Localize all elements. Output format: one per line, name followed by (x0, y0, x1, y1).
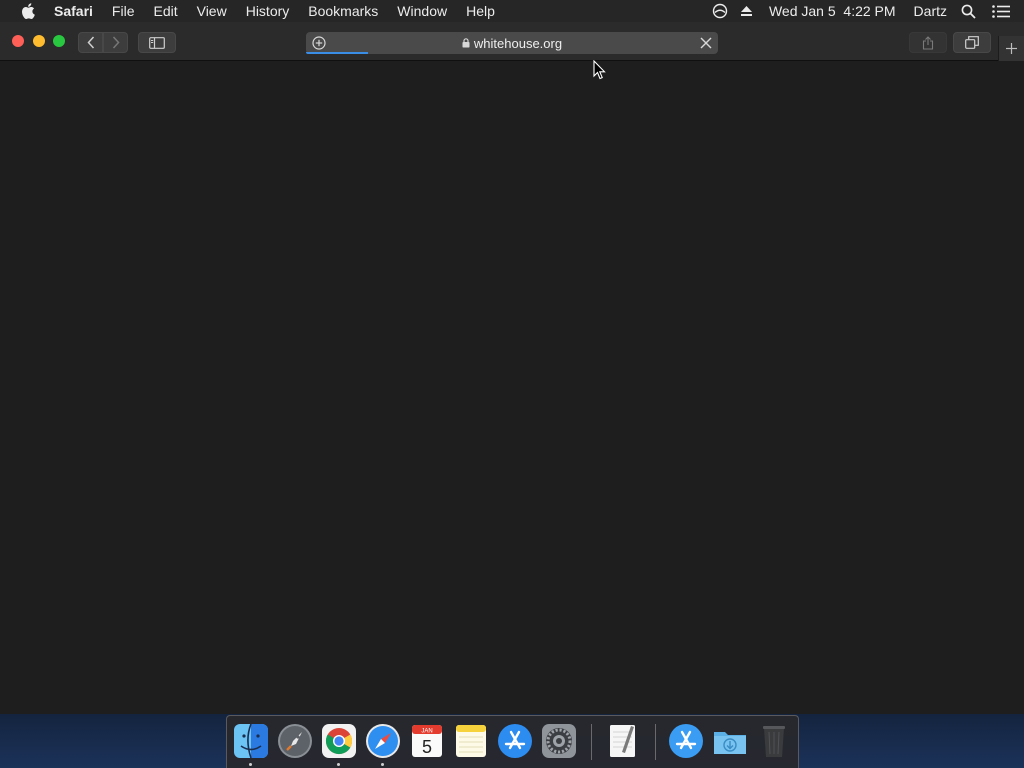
menu-app-safari[interactable]: Safari (54, 3, 93, 19)
menu-clock[interactable]: Wed Jan 5 4:22 PM (769, 3, 896, 19)
finder-running-indicator (249, 763, 252, 766)
notes-icon[interactable] (452, 722, 490, 760)
downloads-folder-icon[interactable] (711, 722, 749, 760)
notification-center-icon[interactable] (992, 4, 1010, 18)
menu-file[interactable]: File (112, 3, 135, 19)
textedit-icon[interactable] (603, 722, 641, 760)
eject-icon[interactable] (740, 5, 753, 17)
sync-icon[interactable] (712, 3, 728, 19)
dock-separator (655, 724, 656, 760)
sidebar-icon (149, 36, 165, 49)
show-all-tabs-button[interactable] (953, 32, 991, 53)
address-bar[interactable]: whitehouse.org (306, 32, 718, 54)
menu-edit[interactable]: Edit (153, 3, 177, 19)
share-icon (922, 35, 934, 50)
mouse-pointer-icon (593, 59, 606, 85)
share-button[interactable] (909, 32, 947, 53)
menu-help[interactable]: Help (466, 3, 495, 19)
browser-toolbar: whitehouse.org (0, 22, 1024, 61)
menu-bar: Safari File Edit View History Bookmarks … (0, 0, 1024, 22)
window-close-button[interactable] (12, 35, 24, 47)
web-content-area[interactable] (0, 61, 1024, 714)
spotlight-search-icon[interactable] (961, 4, 976, 19)
menu-history[interactable]: History (246, 3, 290, 19)
launchpad-icon[interactable] (276, 722, 314, 760)
menu-bookmarks[interactable]: Bookmarks (308, 3, 378, 19)
calendar-month-label: JAN (421, 729, 432, 735)
menu-window[interactable]: Window (397, 3, 447, 19)
applications-folder-icon[interactable] (667, 722, 705, 760)
back-button[interactable] (78, 32, 103, 53)
lock-icon (462, 38, 470, 48)
window-zoom-button[interactable] (53, 35, 65, 47)
plus-icon (1006, 43, 1017, 54)
chevron-left-icon (86, 36, 94, 49)
page-load-progress-bar (306, 52, 368, 54)
menu-view[interactable]: View (197, 3, 227, 19)
trash-icon[interactable] (755, 722, 793, 760)
tabs-overview-icon (965, 36, 979, 49)
app-store-icon[interactable] (496, 722, 534, 760)
system-preferences-icon[interactable] (540, 722, 578, 760)
window-minimize-button[interactable] (33, 35, 45, 47)
stop-loading-icon[interactable] (699, 36, 713, 53)
chevron-right-icon (112, 36, 120, 49)
chrome-icon[interactable] (320, 722, 358, 760)
calendar-day-label: 5 (422, 737, 432, 757)
dock: JAN 5 (226, 715, 799, 768)
menu-user[interactable]: Dartz (914, 3, 947, 19)
apple-icon[interactable] (18, 0, 38, 22)
forward-button[interactable] (103, 32, 128, 53)
safari-running-indicator (381, 763, 384, 766)
dock-separator (591, 724, 592, 760)
finder-icon[interactable] (232, 722, 270, 760)
safari-icon[interactable] (364, 722, 402, 760)
new-tab-button[interactable] (998, 36, 1024, 61)
add-bookmark-icon[interactable] (312, 36, 326, 53)
calendar-icon[interactable]: JAN 5 (408, 722, 446, 760)
address-url: whitehouse.org (473, 35, 563, 51)
chrome-running-indicator (337, 763, 340, 766)
sidebar-toggle-button[interactable] (138, 32, 176, 53)
